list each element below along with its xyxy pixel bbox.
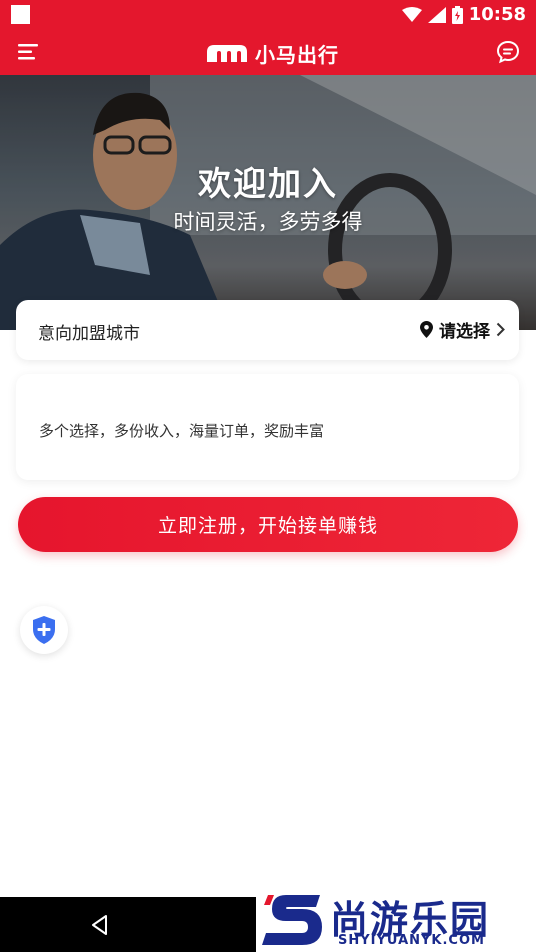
- shield-plus-icon: [33, 616, 55, 644]
- watermark-url: SHYIYUANYK.COM: [338, 933, 485, 948]
- safety-shield-button[interactable]: [20, 606, 68, 654]
- register-button[interactable]: 立即注册，开始接单赚钱: [18, 497, 518, 552]
- city-label: 意向加盟城市: [38, 324, 140, 344]
- brand-name: 小马出行: [255, 42, 339, 67]
- brand-logo: 小马出行: [205, 39, 339, 67]
- city-select-text: 请选择: [439, 322, 490, 342]
- watermark: 尚游乐园 SHYIYUANYK.COM: [256, 887, 536, 952]
- notification-icon: [11, 5, 30, 24]
- location-pin-icon: [420, 321, 433, 338]
- benefits-text: 多个选择，多份收入，海量订单，奖励丰富: [39, 422, 325, 440]
- battery-icon: [451, 5, 463, 24]
- chevron-right-icon: [496, 322, 505, 337]
- app-header: 小马出行: [0, 30, 536, 75]
- menu-icon[interactable]: [18, 43, 40, 61]
- hero-title: 欢迎加入: [198, 164, 338, 203]
- status-indicators: 10:58: [401, 4, 526, 25]
- horse-logo-icon: [207, 45, 247, 62]
- hero-subtitle: 时间灵活，多劳多得: [173, 210, 363, 234]
- status-time: 10:58: [468, 4, 526, 25]
- hero-banner: 欢迎加入 时间灵活，多劳多得: [0, 75, 536, 330]
- message-icon[interactable]: [496, 40, 520, 64]
- back-triangle-icon[interactable]: [88, 913, 112, 937]
- signal-icon: [427, 6, 446, 23]
- city-selector[interactable]: 意向加盟城市 请选择: [16, 300, 519, 360]
- status-bar: 10:58: [0, 0, 536, 30]
- city-select-button[interactable]: 请选择: [420, 317, 505, 342]
- watermark-logo-icon: [262, 895, 322, 945]
- benefits-card: 多个选择，多份收入，海量订单，奖励丰富: [16, 374, 519, 480]
- wifi-icon: [401, 6, 422, 22]
